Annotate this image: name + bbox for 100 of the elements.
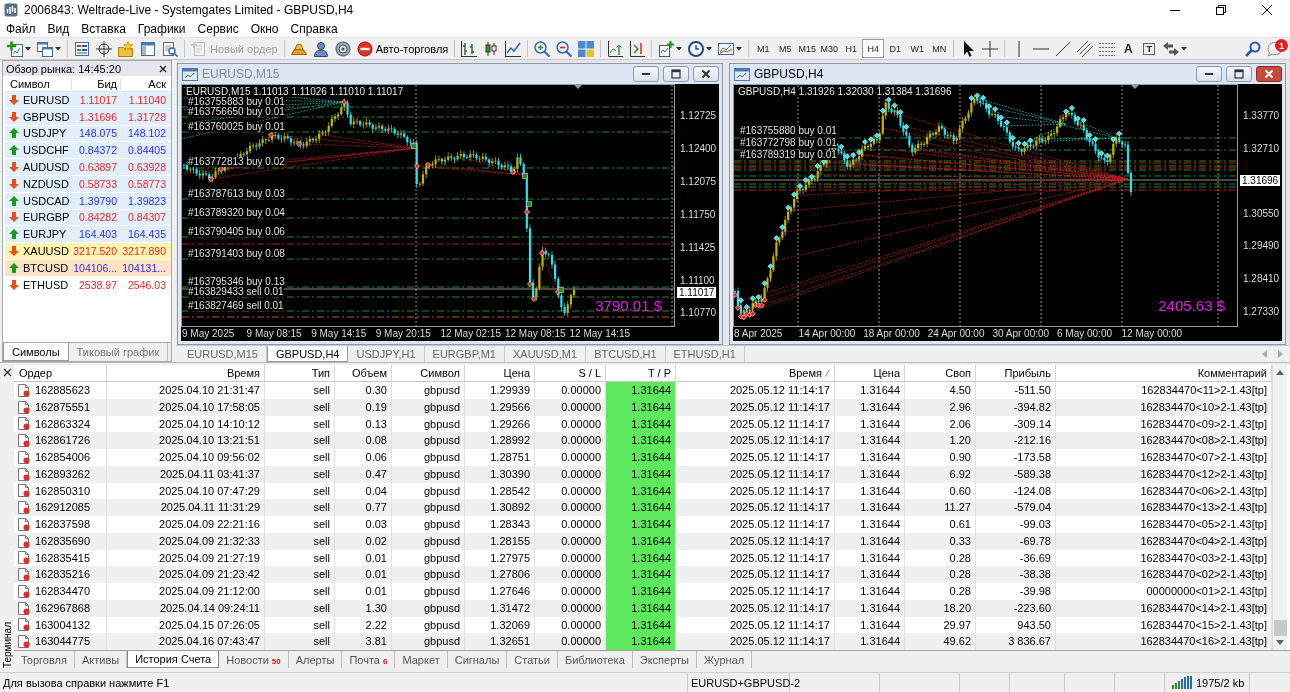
timeframe-button[interactable]: M30 (818, 39, 841, 58)
column-header[interactable]: S / L (535, 365, 606, 381)
document-search-icon[interactable] (162, 40, 178, 57)
list-window-icon[interactable] (74, 40, 90, 57)
close-button[interactable] (693, 66, 719, 82)
caret-icon[interactable] (676, 46, 683, 51)
menu-item[interactable]: Сервис (191, 21, 245, 36)
tab[interactable]: Символы (3, 343, 69, 361)
caret-icon[interactable] (736, 46, 743, 51)
column-header[interactable]: Бид (71, 77, 120, 90)
timeframe-button[interactable]: H4 (862, 39, 885, 58)
symbol-row[interactable]: EURUSD 1.11017 1.11040 (5, 92, 171, 109)
user-icon[interactable] (312, 40, 329, 57)
bid-price: 148.075 (78, 127, 118, 140)
scrollbar-thumb[interactable] (1273, 620, 1287, 636)
column-header[interactable]: Объем (335, 365, 392, 381)
symbol-row[interactable]: USDCHF 0.84372 0.84405 (5, 142, 171, 160)
scroll-down-icon[interactable] (1276, 639, 1284, 646)
menu-item[interactable]: Вид (41, 21, 76, 36)
symbol-row[interactable]: AUDUSD 0.63897 0.63928 (5, 159, 171, 176)
symbol-row[interactable]: EURJPY 164.403 164.435 (5, 226, 171, 244)
tab[interactable]: Библиотека (557, 651, 633, 668)
star-folder-icon[interactable] (118, 40, 134, 57)
chart-plus-icon[interactable] (658, 40, 675, 57)
timeframe-button[interactable]: MN (928, 39, 951, 58)
column-header[interactable]: Символ (392, 365, 465, 381)
line-chart-icon[interactable] (505, 40, 522, 57)
column-header[interactable]: Тип (265, 365, 335, 381)
symbol-row[interactable]: XAUUSD 3217.520 3217.890 (5, 243, 171, 260)
caret-icon[interactable] (55, 46, 61, 51)
tab[interactable]: История Счета (127, 651, 220, 668)
parallel-lines-icon[interactable] (1077, 40, 1094, 57)
crosshair-icon[interactable] (982, 40, 999, 57)
scrollbar[interactable] (1272, 365, 1287, 650)
timeframe-button[interactable]: M5 (774, 39, 797, 58)
column-header[interactable]: Время (107, 365, 265, 381)
caret-icon[interactable] (25, 46, 31, 51)
tab[interactable]: Алерты (288, 651, 343, 668)
tab[interactable]: Торговля (14, 651, 75, 668)
menu-item[interactable]: Вставка (75, 21, 132, 36)
chart-scroll-icon[interactable] (629, 40, 646, 57)
timeframe-button[interactable]: M15 (796, 39, 819, 58)
arrows-icon[interactable] (1163, 40, 1180, 57)
column-header[interactable]: Своп (905, 365, 976, 381)
column-header[interactable]: Аск (120, 77, 169, 90)
column-header[interactable]: Цена (835, 365, 905, 381)
chart-arrow-icon[interactable] (607, 40, 624, 57)
tab[interactable]: Тиковый график (68, 343, 169, 361)
column-header[interactable]: Прибыль (976, 365, 1056, 381)
tab[interactable]: Новости 50 (219, 651, 289, 668)
dotted-lines-icon[interactable] (1099, 40, 1116, 57)
menu-item[interactable]: Графики (131, 21, 192, 36)
autotrading-button[interactable]: Авто-торговля (353, 38, 452, 59)
timeframe-button[interactable]: D1 (884, 39, 907, 58)
tab[interactable]: Журнал (697, 651, 753, 668)
menu-item[interactable]: Справка (284, 21, 344, 36)
candlestick-icon[interactable] (483, 40, 500, 57)
tab[interactable]: Почта 6 (342, 651, 396, 668)
chart-tab[interactable]: GBPUSD,H4 (266, 346, 349, 362)
close-icon[interactable] (1262, 5, 1272, 15)
minimize-button[interactable] (633, 66, 659, 82)
menu-item[interactable]: Файл (0, 21, 42, 36)
maximize-button[interactable] (663, 66, 689, 82)
restore-icon[interactable] (1216, 5, 1226, 15)
column-header[interactable]: T / P (606, 365, 676, 381)
menu-item[interactable]: Окно (244, 21, 285, 36)
minimize-button[interactable] (1196, 66, 1222, 82)
caret-icon[interactable] (706, 46, 713, 51)
windows-icon[interactable] (37, 40, 53, 57)
close-icon[interactable] (2, 368, 12, 377)
close-icon[interactable] (159, 64, 167, 73)
text-tool-button[interactable]: A (1118, 39, 1139, 58)
text-label-tool-button[interactable]: T (1143, 42, 1156, 55)
zoom-out-icon[interactable] (556, 40, 573, 57)
window-icon[interactable] (140, 40, 156, 57)
target-icon[interactable] (96, 40, 112, 57)
chart-lines-icon[interactable] (718, 40, 735, 57)
caret-icon[interactable] (1181, 46, 1188, 51)
column-header[interactable]: Символ (5, 77, 71, 90)
column-header[interactable]: Ордер (14, 365, 107, 381)
new-chart-icon[interactable] (7, 40, 23, 57)
timeframe-button[interactable]: H1 (840, 39, 863, 58)
scroll-up-icon[interactable] (1276, 369, 1284, 376)
clock-icon[interactable] (688, 40, 705, 57)
column-header[interactable]: Время (676, 365, 835, 381)
search-icon[interactable] (1245, 40, 1261, 57)
trendline-icon[interactable] (1055, 40, 1072, 57)
bar-chart-icon[interactable] (461, 40, 478, 57)
column-header[interactable]: Цена (465, 365, 535, 381)
tiles-icon[interactable] (578, 40, 595, 57)
tab[interactable]: Статьи (507, 651, 558, 668)
rings-icon[interactable] (334, 40, 351, 57)
tab[interactable]: Сигналы (447, 651, 508, 668)
tab[interactable]: Эксперты (632, 651, 698, 668)
tab[interactable]: Маркет (395, 651, 448, 668)
timeframe-button[interactable]: W1 (906, 39, 929, 58)
zoom-in-icon[interactable] (534, 40, 551, 57)
maximize-button[interactable] (1226, 66, 1252, 82)
close-button[interactable] (1256, 66, 1282, 82)
timeframe-button[interactable]: M1 (752, 39, 775, 58)
